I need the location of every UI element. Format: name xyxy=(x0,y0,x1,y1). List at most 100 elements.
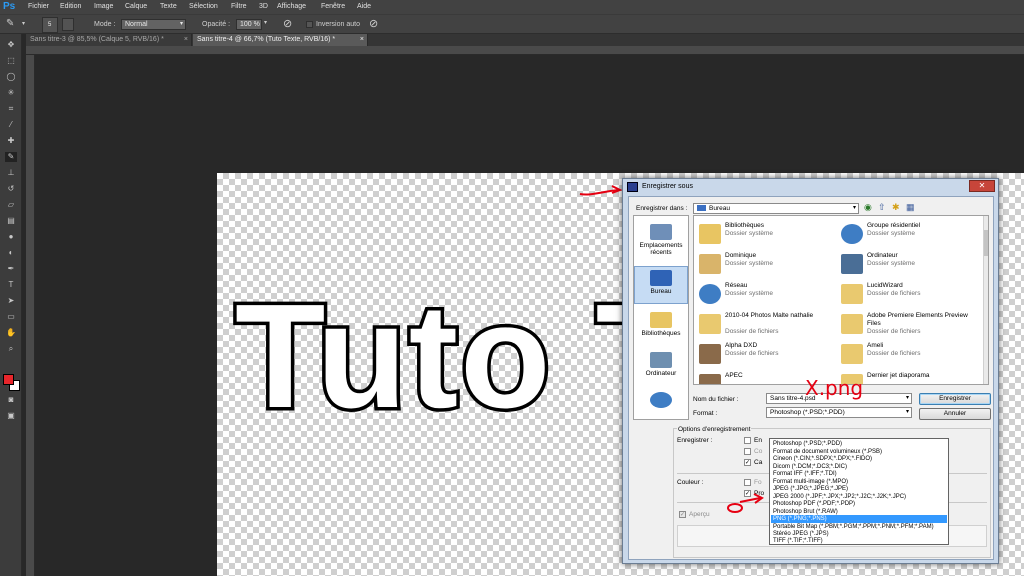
path-selection-icon[interactable]: ➤ xyxy=(5,296,17,306)
zoom-tool-icon[interactable]: ⌕ xyxy=(5,344,17,354)
save-in-label: Enregistrer dans : xyxy=(636,205,688,212)
crop-tool-icon[interactable]: ⌗ xyxy=(5,104,17,114)
hand-tool-icon[interactable]: ✋ xyxy=(5,328,17,338)
preview-checkbox[interactable]: ✓ xyxy=(679,511,686,518)
format-select[interactable]: Photoshop (*.PSD;*.PDD) ▾ xyxy=(766,407,912,418)
place-recent[interactable]: Emplacements récents xyxy=(634,224,688,256)
chevron-down-icon[interactable]: ▾ xyxy=(264,19,267,26)
view-menu-icon[interactable]: ▦ xyxy=(906,202,915,213)
format-option[interactable]: Format IFF (*.IFF;*.TDI) xyxy=(771,470,947,478)
gradient-tool-icon[interactable]: ▤ xyxy=(5,216,17,226)
close-button[interactable]: ✕ xyxy=(969,180,995,192)
foreground-color-swatch[interactable] xyxy=(3,374,14,385)
place-computer[interactable]: Ordinateur xyxy=(634,352,688,377)
menu-fichier[interactable]: Fichier xyxy=(28,3,49,10)
place-libraries[interactable]: Bibliothèques xyxy=(634,312,688,337)
clone-stamp-icon[interactable]: ⊥ xyxy=(5,168,17,178)
history-brush-icon[interactable]: ↺ xyxy=(5,184,17,194)
new-folder-icon[interactable]: ✱ xyxy=(892,202,900,213)
menu-3d[interactable]: 3D xyxy=(259,3,268,10)
ruler-horizontal xyxy=(26,46,1024,55)
file-type: Dossier de fichiers xyxy=(867,350,921,357)
save-option-checkbox[interactable]: ✓ xyxy=(744,459,751,466)
eyedropper-icon[interactable]: ⁄ xyxy=(5,120,17,130)
menu-affichage[interactable]: Affichage xyxy=(277,3,306,10)
list-item[interactable]: Adobe Premiere Elements Preview Files Do… xyxy=(839,310,979,340)
list-item[interactable]: Dominique Dossier système xyxy=(697,250,837,280)
format-option[interactable]: Photoshop (*.PSD;*.PDD) xyxy=(771,440,947,448)
quick-mask-icon[interactable]: ◙ xyxy=(5,395,17,405)
brush-panel-toggle[interactable] xyxy=(62,18,74,31)
type-tool-icon[interactable]: T xyxy=(5,280,17,290)
chevron-down-icon[interactable]: ▾ xyxy=(22,20,25,27)
menu-fenetre[interactable]: Fenêtre xyxy=(321,3,345,10)
shape-tool-icon[interactable]: ▭ xyxy=(5,312,17,322)
auto-erase-checkbox[interactable] xyxy=(306,21,313,28)
tab-sans-titre-3[interactable]: Sans titre-3 @ 85,5% (Calque 5, RVB/16) … xyxy=(26,34,192,46)
opacity-input[interactable]: 100 % xyxy=(236,19,262,30)
format-option[interactable]: Cineon (*.CIN;*.SDPX;*.DPX;*.FIDO) xyxy=(771,455,947,463)
preview-label: Aperçu xyxy=(689,511,710,518)
computer-icon xyxy=(650,352,672,368)
format-option[interactable]: JPEG (*.JPG;*.JPEG;*.JPE) xyxy=(771,485,947,493)
save-button[interactable]: Enregistrer xyxy=(919,393,991,405)
back-icon[interactable]: ◉ xyxy=(864,202,872,213)
list-item[interactable]: Ameli Dossier de fichiers xyxy=(839,340,979,370)
blur-tool-icon[interactable]: ● xyxy=(5,232,17,242)
scrollbar-thumb[interactable] xyxy=(984,230,988,256)
file-type: Dossier système xyxy=(867,260,916,267)
save-as-dialog: Enregistrer sous ✕ Enregistrer dans : Bu… xyxy=(622,178,999,564)
screen-mode-icon[interactable]: ▣ xyxy=(5,411,17,421)
list-item[interactable]: Bibliothèques Dossier système xyxy=(697,220,837,250)
healing-brush-icon[interactable]: ✚ xyxy=(5,136,17,146)
menu-image[interactable]: Image xyxy=(94,3,113,10)
eraser-tool-icon[interactable]: ▱ xyxy=(5,200,17,210)
pen-tool-icon[interactable]: ✒ xyxy=(5,264,17,274)
list-item[interactable]: LucidWizard Dossier de fichiers xyxy=(839,280,979,310)
marquee-tool-icon[interactable]: ⬚ xyxy=(5,56,17,66)
save-option-checkbox[interactable] xyxy=(744,448,751,455)
brush-preset-picker[interactable]: 5 xyxy=(42,17,58,33)
lasso-tool-icon[interactable]: ◯ xyxy=(5,72,17,82)
up-folder-icon[interactable]: ⇧ xyxy=(878,202,886,213)
format-option-selected[interactable]: PNG (*.PNG;*.PNS) xyxy=(771,515,947,523)
file-list-scrollbar[interactable] xyxy=(983,216,988,384)
folder-icon xyxy=(841,344,863,364)
list-item[interactable]: Ordinateur Dossier système xyxy=(839,250,979,280)
save-option-checkbox[interactable] xyxy=(744,437,751,444)
format-option[interactable]: TIFF (*.TIF;*.TIFF) xyxy=(771,537,947,545)
menu-selection[interactable]: Sélection xyxy=(189,3,218,10)
format-label: Format : xyxy=(693,410,718,417)
list-item[interactable]: 2010-04 Photos Malte nathalie Dossier de… xyxy=(697,310,837,340)
file-type: Dossier système xyxy=(725,290,774,297)
brush-tool-icon[interactable]: ✎ xyxy=(6,18,14,29)
cancel-button[interactable]: Annuler xyxy=(919,408,991,420)
magic-wand-icon[interactable]: ✳ xyxy=(5,88,17,98)
filename-label: Nom du fichier : xyxy=(693,396,739,403)
place-bureau[interactable]: Bureau xyxy=(634,266,688,304)
place-network[interactable] xyxy=(634,392,688,410)
save-option-label: Ca xyxy=(754,459,763,466)
format-option[interactable]: Photoshop PDF (*.PDF;*.PDP) xyxy=(771,500,947,508)
menu-texte[interactable]: Texte xyxy=(160,3,177,10)
format-dropdown-list[interactable]: Photoshop (*.PSD;*.PDD) Format de docume… xyxy=(769,438,949,545)
dodge-tool-icon[interactable]: ◐ xyxy=(5,248,17,258)
list-item[interactable]: Alpha DXD Dossier de fichiers xyxy=(697,340,837,370)
pressure-opacity-icon[interactable]: ⊘ xyxy=(283,17,292,30)
color-option-checkbox[interactable] xyxy=(744,479,751,486)
menu-aide[interactable]: Aide xyxy=(357,3,371,10)
network-icon xyxy=(650,392,672,408)
tab-sans-titre-4[interactable]: Sans titre-4 @ 66,7% (Tuto Texte, RVB/16… xyxy=(193,34,368,46)
pressure-size-icon[interactable]: ⊘ xyxy=(369,17,378,30)
close-icon[interactable]: × xyxy=(360,34,364,46)
mode-select[interactable]: Normal ▾ xyxy=(121,19,186,30)
save-in-select[interactable]: Bureau ▾ xyxy=(693,203,859,214)
list-item[interactable]: Groupe résidentiel Dossier système xyxy=(839,220,979,250)
menu-calque[interactable]: Calque xyxy=(125,3,147,10)
menu-edition[interactable]: Edition xyxy=(60,3,81,10)
close-icon[interactable]: × xyxy=(184,34,188,46)
move-tool-icon[interactable]: ✥ xyxy=(5,40,17,50)
list-item[interactable]: Réseau Dossier système xyxy=(697,280,837,310)
brush-tool-icon[interactable]: ✎ xyxy=(5,152,17,162)
menu-filtre[interactable]: Filtre xyxy=(231,3,247,10)
